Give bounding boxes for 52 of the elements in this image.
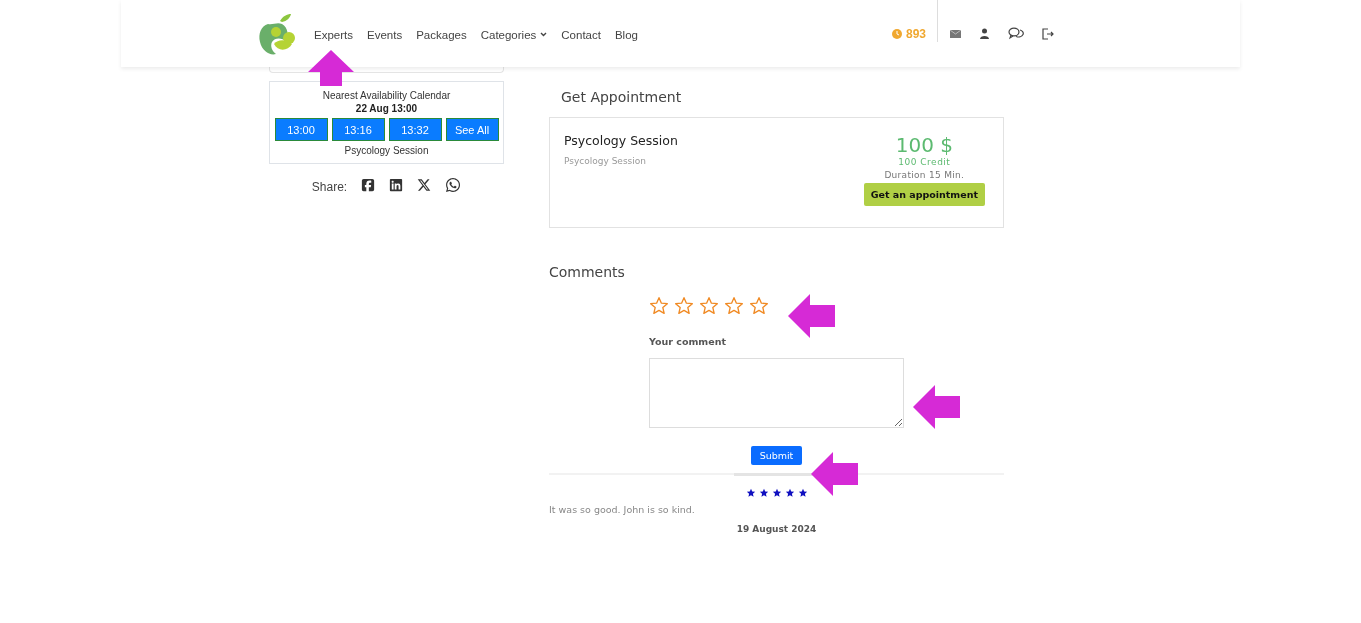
nav-link[interactable]: Events xyxy=(367,28,403,41)
filled-star-icon xyxy=(771,488,782,498)
chat-bubbles-icon[interactable] xyxy=(1008,27,1024,40)
review-date: 19 August 2024 xyxy=(736,524,817,534)
empty-star-icon xyxy=(649,296,669,316)
comment-label: Your comment xyxy=(649,336,727,347)
comment-input-field[interactable] xyxy=(649,358,904,428)
logo-drawing[interactable] xyxy=(258,11,298,56)
filled-star-icon xyxy=(758,488,769,498)
time-slot-button[interactable]: 13:32 xyxy=(388,118,442,141)
logout-icon[interactable] xyxy=(1042,27,1054,40)
empty-star-icon xyxy=(724,296,744,316)
annotation-arrow-icon xyxy=(308,50,354,86)
x-icon[interactable] xyxy=(417,178,432,192)
section-heading: Comments xyxy=(549,264,626,280)
nav-link[interactable]: Categories xyxy=(480,28,548,41)
section-heading: Get Appointment xyxy=(561,89,683,105)
session-subtitle: Psycology Session xyxy=(564,156,647,166)
coin-icon xyxy=(891,28,902,39)
envelope-icon[interactable] xyxy=(950,29,961,38)
availability-date: 22 Aug 13:00 xyxy=(355,103,418,114)
session-title: Psycology Session xyxy=(564,133,678,148)
annotation-arrow-icon xyxy=(811,452,858,496)
nav-link[interactable]: Packages xyxy=(416,28,467,41)
annotation-arrow-icon xyxy=(788,294,835,338)
empty-star-icon xyxy=(674,296,694,316)
availability-title: Nearest Availability Calendar xyxy=(322,90,451,101)
nav-link[interactable]: Experts xyxy=(314,28,353,41)
session-name: Psycology Session xyxy=(344,145,429,156)
empty-star-icon xyxy=(699,296,719,316)
filled-star-icon xyxy=(784,488,795,498)
credit-balance: 893 xyxy=(905,26,926,41)
price: 100 $ xyxy=(895,133,953,157)
review-text: It was so good. John is so kind. xyxy=(549,504,696,515)
nav-link[interactable]: Contact xyxy=(561,28,601,41)
annotation-arrow-icon xyxy=(913,385,960,429)
whatsapp-icon[interactable] xyxy=(445,177,462,193)
facebook-icon[interactable] xyxy=(361,178,376,192)
nav-link[interactable]: Blog xyxy=(614,28,638,41)
filled-star-icon xyxy=(745,488,756,498)
time-slot-button[interactable]: 13:16 xyxy=(331,118,385,141)
credit-price: 100 Credit xyxy=(898,157,951,167)
filled-star-icon xyxy=(797,488,808,498)
duration: Duration 15 Min. xyxy=(884,170,965,180)
linkedin-icon[interactable] xyxy=(389,178,404,192)
time-slot-button[interactable]: 13:00 xyxy=(274,118,328,141)
share-label: Share: xyxy=(311,180,348,194)
time-slot-button[interactable]: See All xyxy=(445,118,499,141)
get-appointment-button[interactable]: Get an appointment xyxy=(863,183,985,206)
submit-button[interactable]: Submit xyxy=(750,446,803,465)
empty-star-icon xyxy=(749,296,769,316)
person-icon[interactable] xyxy=(979,28,990,39)
